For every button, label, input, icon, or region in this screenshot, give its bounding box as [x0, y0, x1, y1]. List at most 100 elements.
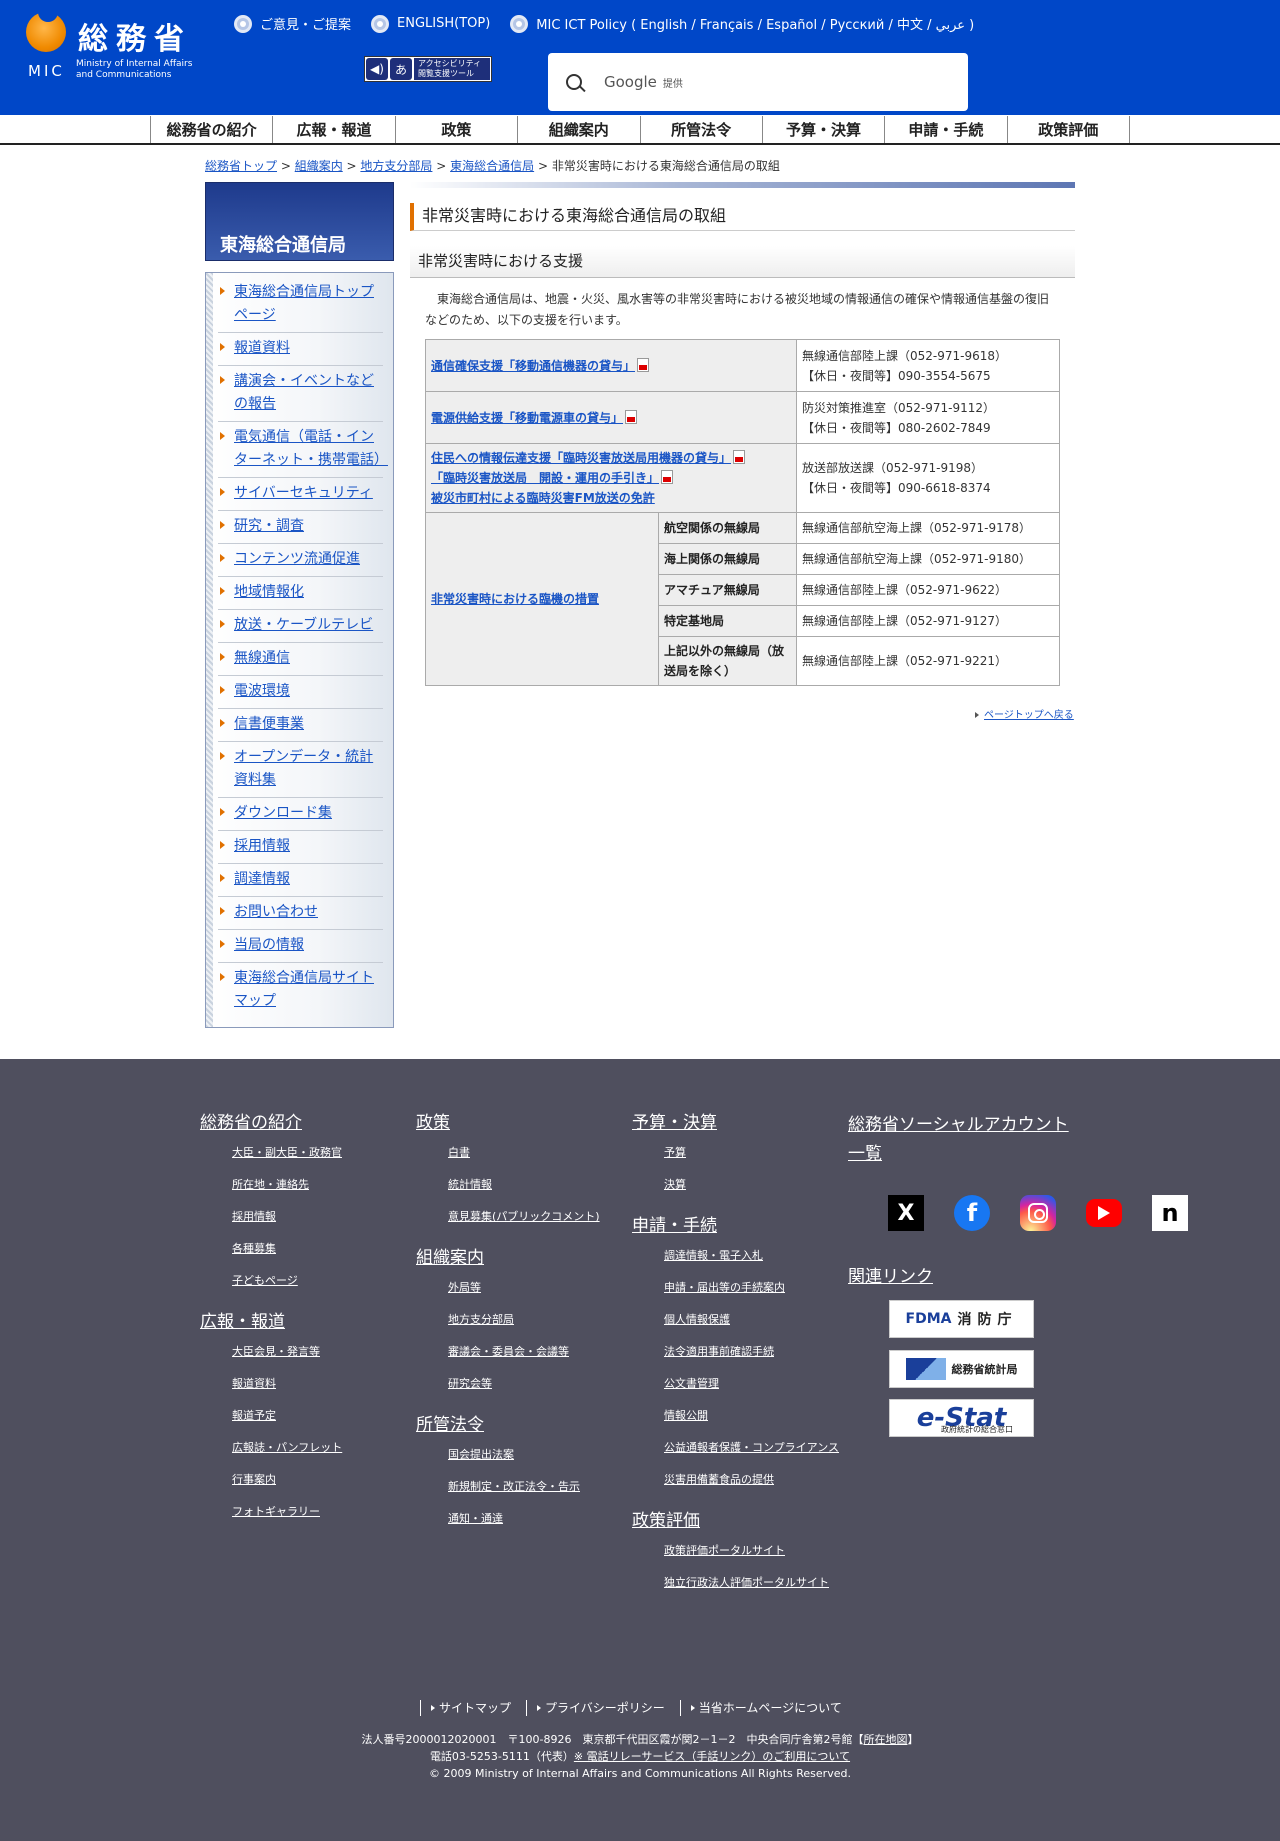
- breadcrumb-link-regional[interactable]: 地方支分部局: [360, 159, 432, 173]
- link-temp-broadcast-equipment[interactable]: 住民への情報伝達支援「臨時災害放送局用機器の貸与」: [431, 451, 731, 465]
- footer-link[interactable]: 決算: [664, 1175, 842, 1194]
- footer-link[interactable]: 公文書管理: [664, 1374, 842, 1393]
- footer-link[interactable]: 法令適用事前確認手続: [664, 1342, 842, 1361]
- footer-link-about-site[interactable]: 当省ホームページについて: [679, 1700, 857, 1716]
- estat-banner[interactable]: e-Stat 政府統計の総合窓口: [889, 1399, 1034, 1437]
- top-link-english[interactable]: ENGLISH(TOP): [371, 14, 490, 33]
- top-link-feedback[interactable]: ご意見・ご提案: [234, 14, 351, 33]
- sidebar-link-events[interactable]: 講演会・イベントなどの報告: [234, 373, 374, 412]
- footer-heading-social[interactable]: 総務省ソーシャルアカウント一覧: [848, 1111, 1078, 1169]
- top-link-ict-policy[interactable]: MIC ICT Policy ( English / Français / Es…: [510, 14, 974, 33]
- sidebar-link-downloads[interactable]: ダウンロード集: [234, 805, 332, 821]
- footer-heading-organization[interactable]: 組織案内: [416, 1246, 626, 1270]
- page-top-anchor[interactable]: ページトップへ戻る: [984, 710, 1074, 721]
- accessibility-tool-button[interactable]: ◀) あ アクセシビリティ 閲覧支援ツール: [364, 56, 492, 82]
- sidebar-link-telecom[interactable]: 電気通信（電話・インターネット・携帯電話）: [234, 429, 388, 468]
- fdma-banner[interactable]: FDMA 消防庁: [889, 1300, 1034, 1338]
- sidebar-link-regional-info[interactable]: 地域情報化: [234, 584, 304, 600]
- statistics-bureau-banner[interactable]: 総務省統計局: [889, 1350, 1034, 1388]
- footer-link[interactable]: 地方支分部局: [448, 1310, 626, 1329]
- x-icon[interactable]: X: [888, 1195, 924, 1231]
- sidebar-link-correspondence[interactable]: 信書便事業: [234, 716, 304, 732]
- footer-heading-policy[interactable]: 政策: [416, 1111, 626, 1135]
- sidebar-link-research[interactable]: 研究・調査: [234, 518, 304, 534]
- mic-logo[interactable]: 総務省 MIC Ministry of Internal Affairs and…: [26, 10, 211, 82]
- nav-item-evaluation[interactable]: 政策評価: [1008, 116, 1130, 144]
- link-special-measures[interactable]: 非常災害時における臨機の措置: [431, 592, 599, 606]
- footer-link[interactable]: 大臣・副大臣・政務官: [232, 1143, 410, 1162]
- link-temp-broadcast-guide[interactable]: 「臨時災害放送局 開設・運用の手引き」: [431, 471, 659, 485]
- footer-link[interactable]: 国会提出法案: [448, 1445, 626, 1464]
- note-icon[interactable]: n: [1152, 1195, 1188, 1231]
- search-input[interactable]: Google 提供: [548, 53, 968, 111]
- nav-item-procedures[interactable]: 申請・手続: [885, 116, 1008, 144]
- link-power-vehicle[interactable]: 電源供給支援「移動電源車の貸与」: [431, 411, 623, 425]
- footer-link[interactable]: 予算: [664, 1143, 842, 1162]
- breadcrumb-link-organization[interactable]: 組織案内: [295, 159, 343, 173]
- footer-link[interactable]: 申請・届出等の手続案内: [664, 1278, 842, 1297]
- sidebar-link-open-data[interactable]: オープンデータ・統計資料集: [234, 749, 373, 788]
- footer-link[interactable]: 通知・通達: [448, 1509, 626, 1528]
- footer-link[interactable]: 行事案内: [232, 1470, 410, 1489]
- breadcrumb-link-tokai[interactable]: 東海総合通信局: [450, 159, 534, 173]
- footer-link[interactable]: 災害用備蓄食品の提供: [664, 1470, 842, 1489]
- facebook-icon[interactable]: f: [954, 1195, 990, 1231]
- footer-link[interactable]: 新規制定・改正法令・告示: [448, 1477, 626, 1496]
- sidebar-link-press[interactable]: 報道資料: [234, 340, 290, 356]
- sidebar-link-broadcast[interactable]: 放送・ケーブルテレビ: [234, 617, 373, 633]
- sidebar-link-recruit[interactable]: 採用情報: [234, 838, 290, 854]
- footer-link[interactable]: 政策評価ポータルサイト: [664, 1541, 842, 1560]
- footer-link[interactable]: 調達情報・電子入札: [664, 1246, 842, 1265]
- footer-link[interactable]: 子どもページ: [232, 1271, 410, 1290]
- footer-link[interactable]: 大臣会見・発言等: [232, 1342, 410, 1361]
- footer-heading-laws[interactable]: 所管法令: [416, 1413, 626, 1437]
- footer-link[interactable]: 審議会・委員会・会議等: [448, 1342, 626, 1361]
- footer-link[interactable]: 報道予定: [232, 1406, 410, 1425]
- footer-link[interactable]: 外局等: [448, 1278, 626, 1297]
- link-mobile-equipment[interactable]: 通信確保支援「移動通信機器の貸与」: [431, 359, 635, 373]
- footer-link[interactable]: 研究会等: [448, 1374, 626, 1393]
- sidebar-link-cybersecurity[interactable]: サイバーセキュリティ: [234, 485, 373, 501]
- footer-heading-press[interactable]: 広報・報道: [200, 1310, 410, 1334]
- footer-link-sitemap[interactable]: サイトマップ: [420, 1700, 526, 1716]
- link-temp-fm-license[interactable]: 被災市町村による臨時災害FM放送の免許: [431, 491, 655, 505]
- nav-item-policy[interactable]: 政策: [396, 116, 519, 144]
- footer-link[interactable]: 統計情報: [448, 1175, 626, 1194]
- footer-heading-procedures[interactable]: 申請・手続: [632, 1214, 842, 1238]
- footer-link[interactable]: 白書: [448, 1143, 626, 1162]
- sidebar-link-contents[interactable]: コンテンツ流通促進: [234, 551, 360, 567]
- footer-heading-budget[interactable]: 予算・決算: [632, 1111, 842, 1135]
- nav-item-budget[interactable]: 予算・決算: [763, 116, 886, 144]
- footer-link[interactable]: 所在地・連絡先: [232, 1175, 410, 1194]
- sidebar-link-top[interactable]: 東海総合通信局トップページ: [234, 284, 374, 323]
- youtube-icon[interactable]: [1086, 1199, 1122, 1227]
- sidebar-link-sitemap[interactable]: 東海総合通信局サイトマップ: [234, 970, 374, 1009]
- instagram-icon[interactable]: [1020, 1195, 1056, 1231]
- footer-heading-evaluation[interactable]: 政策評価: [632, 1509, 842, 1533]
- footer-link[interactable]: 情報公開: [664, 1406, 842, 1425]
- breadcrumb-link-top[interactable]: 総務省トップ: [205, 159, 277, 173]
- map-link[interactable]: 所在地図: [863, 1733, 907, 1746]
- footer-link[interactable]: 広報誌・パンフレット: [232, 1438, 410, 1457]
- footer-link[interactable]: 採用情報: [232, 1207, 410, 1226]
- nav-item-laws[interactable]: 所管法令: [641, 116, 763, 144]
- sidebar-link-bureau-info[interactable]: 当局の情報: [234, 937, 304, 953]
- nav-item-about[interactable]: 総務省の紹介: [151, 116, 274, 144]
- footer-link[interactable]: フォトギャラリー: [232, 1502, 410, 1521]
- footer-heading-about[interactable]: 総務省の紹介: [200, 1111, 410, 1135]
- sidebar-link-radio-env[interactable]: 電波環境: [234, 683, 290, 699]
- search-icon[interactable]: [566, 74, 582, 90]
- footer-link[interactable]: 各種募集: [232, 1239, 410, 1258]
- sidebar-link-radio[interactable]: 無線通信: [234, 650, 290, 666]
- relay-service-link[interactable]: ※ 電話リレーサービス（手話リンク）のご利用について: [574, 1750, 850, 1763]
- footer-link[interactable]: 個人情報保護: [664, 1310, 842, 1329]
- footer-link[interactable]: 独立行政法人評価ポータルサイト: [664, 1573, 842, 1592]
- footer-link[interactable]: 意見募集(パブリックコメント): [448, 1207, 626, 1226]
- sidebar-link-contact[interactable]: お問い合わせ: [234, 904, 318, 920]
- sidebar-link-procurement[interactable]: 調達情報: [234, 871, 290, 887]
- footer-link-privacy[interactable]: プライバシーポリシー: [526, 1700, 680, 1716]
- footer-link[interactable]: 公益通報者保護・コンプライアンス: [664, 1438, 842, 1457]
- nav-item-organization[interactable]: 組織案内: [518, 116, 641, 144]
- footer-link[interactable]: 報道資料: [232, 1374, 410, 1393]
- nav-item-press[interactable]: 広報・報道: [273, 116, 396, 144]
